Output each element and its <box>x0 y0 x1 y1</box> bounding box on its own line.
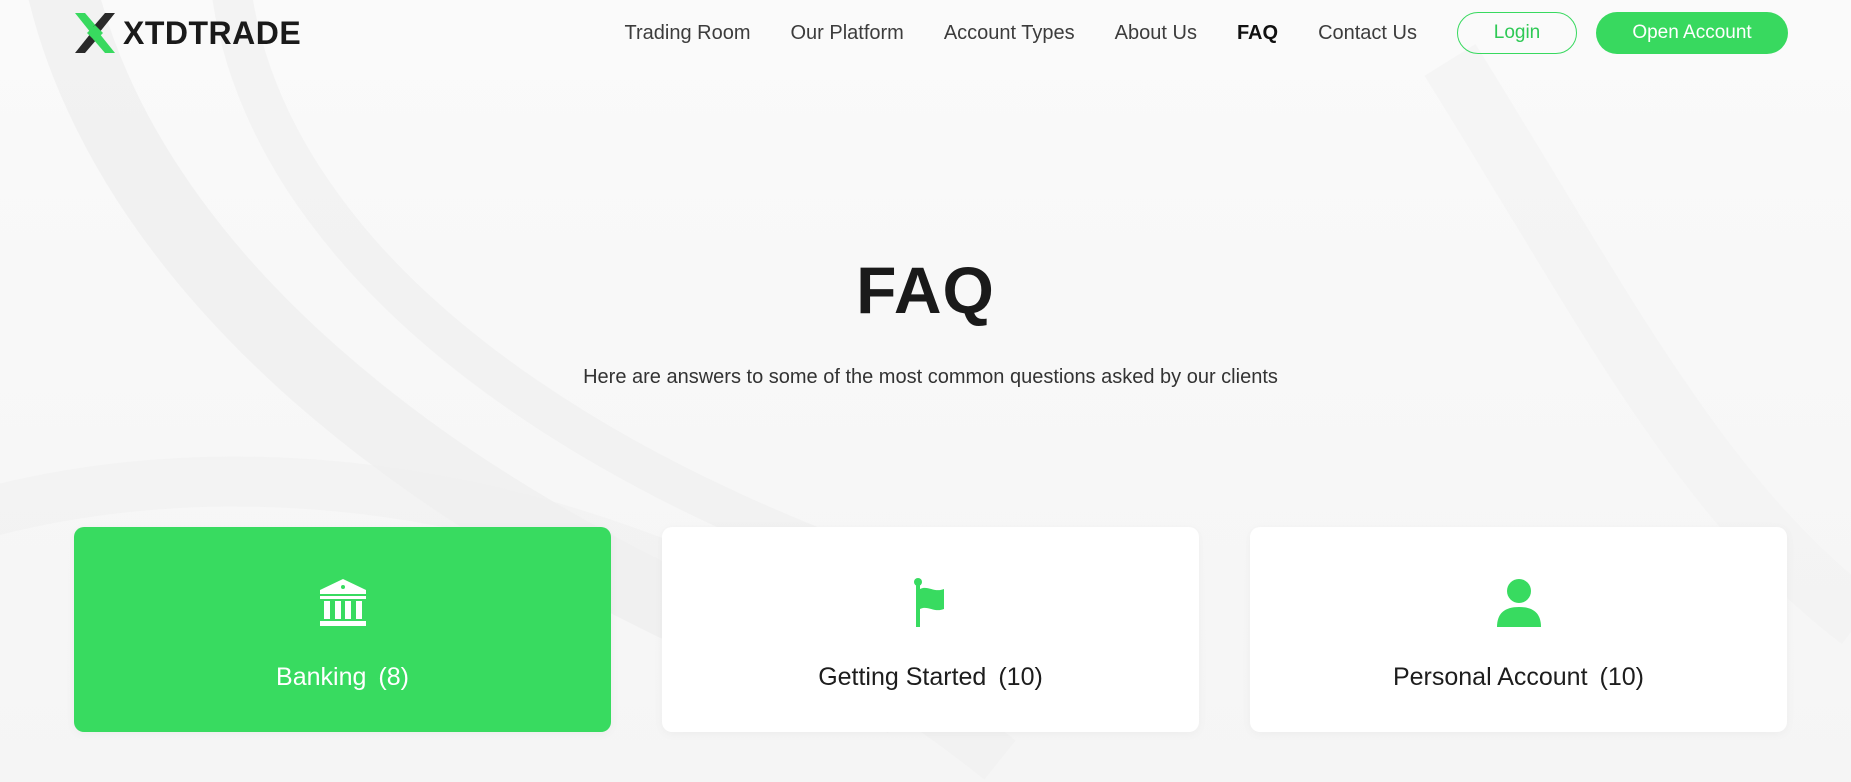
category-count: (8) <box>378 663 409 691</box>
flag-icon <box>913 578 944 627</box>
nav-contact-us[interactable]: Contact Us <box>1318 22 1417 45</box>
faq-categories: Banking (8) Getting Started (10) Personal … <box>74 527 1787 732</box>
site-header: XTDTRADE Trading Room Our Platform Accou… <box>0 0 1851 66</box>
nav-account-types[interactable]: Account Types <box>944 22 1075 45</box>
nav-our-platform[interactable]: Our Platform <box>790 22 903 45</box>
page-subtitle: Here are answers to some of the most com… <box>583 366 1278 388</box>
faq-page: XTDTRADE Trading Room Our Platform Accou… <box>0 0 1851 782</box>
category-label: Banking (8) <box>276 663 409 691</box>
nav-about-us[interactable]: About Us <box>1115 22 1197 45</box>
nav-trading-room[interactable]: Trading Room <box>625 22 751 45</box>
logo-x-icon <box>75 13 115 53</box>
bank-icon <box>319 579 366 626</box>
brand-name: XTDTRADE <box>123 14 302 51</box>
category-label: Getting Started (10) <box>818 663 1043 691</box>
category-card-banking[interactable]: Banking (8) <box>74 527 611 732</box>
nav-faq[interactable]: FAQ <box>1237 22 1278 45</box>
page-title: FAQ <box>856 253 995 327</box>
category-count: (10) <box>1599 663 1645 691</box>
main-nav: Trading Room Our Platform Account Types … <box>625 12 1788 54</box>
user-icon <box>1496 579 1541 627</box>
open-account-button[interactable]: Open Account <box>1596 12 1788 54</box>
brand-logo[interactable]: XTDTRADE <box>73 10 301 56</box>
category-label: Personal Account (10) <box>1392 663 1645 691</box>
category-count: (10) <box>998 663 1043 691</box>
category-card-personal-account[interactable]: Personal Account (10) <box>1250 527 1787 732</box>
category-card-getting-started[interactable]: Getting Started (10) <box>662 527 1199 732</box>
login-button[interactable]: Login <box>1457 12 1577 54</box>
